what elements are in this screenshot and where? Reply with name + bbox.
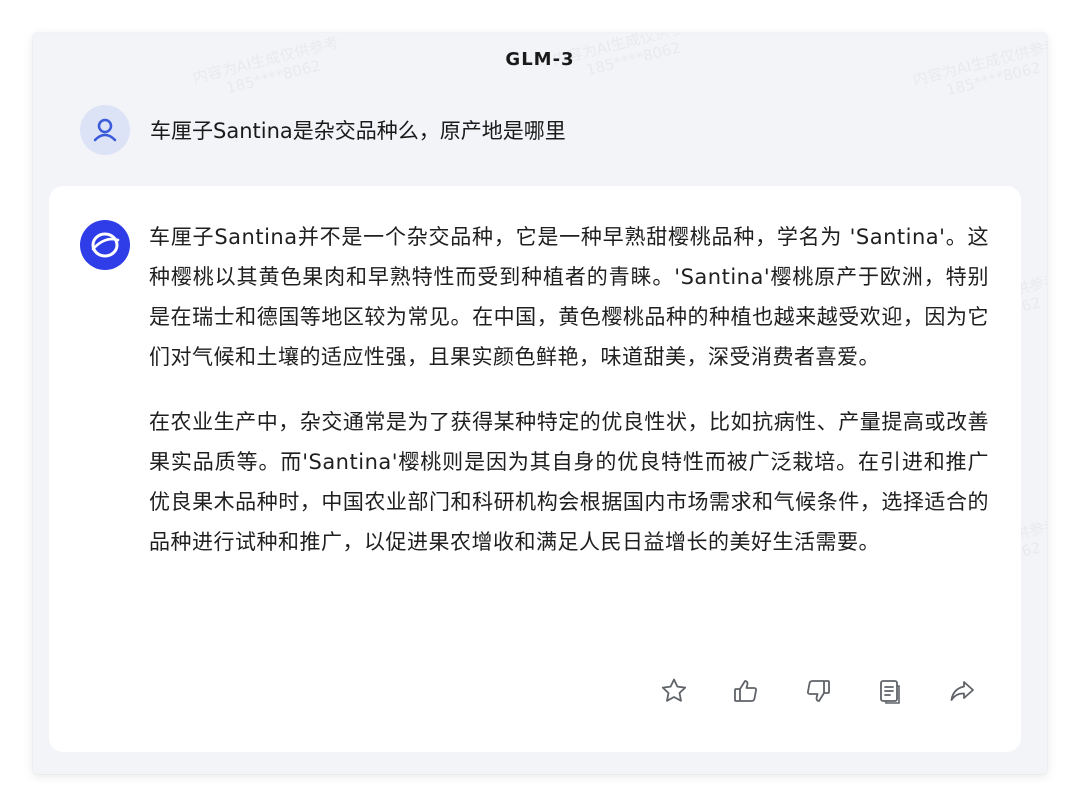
like-button[interactable] [731, 676, 761, 706]
star-icon [661, 678, 687, 702]
share-icon [950, 681, 974, 701]
copy-icon [880, 680, 900, 704]
copy-button[interactable] [875, 676, 905, 706]
user-question: 车厘子Santina是杂交品种么，原产地是哪里 [150, 119, 566, 143]
user-icon [93, 118, 117, 142]
thumbs-up-icon [734, 680, 757, 702]
watermark: 内容为AI生成仅供参考185****8062 [911, 35, 1047, 106]
assistant-avatar [80, 220, 130, 270]
answer-actions [659, 676, 977, 706]
answer-card: 车厘子Santina并不是一个杂交品种，它是一种早熟甜樱桃品种，学名为 'San… [49, 186, 1021, 752]
answer-paragraph: 车厘子Santina并不是一个杂交品种，它是一种早熟甜樱桃品种，学名为 'San… [149, 225, 989, 369]
glm-logo-icon [91, 232, 120, 258]
user-avatar [80, 105, 130, 155]
assistant-answer: 车厘子Santina并不是一个杂交品种，它是一种早熟甜樱桃品种，学名为 'San… [149, 217, 989, 562]
thumbs-down-icon [807, 680, 830, 702]
dislike-button[interactable] [803, 676, 833, 706]
user-message-row: 车厘子Santina是杂交品种么，原产地是哪里 [80, 105, 566, 155]
answer-paragraph: 在农业生产中，杂交通常是为了获得某种特定的优良性状，比如抗病性、产量提高或改善果… [149, 410, 989, 554]
favorite-button[interactable] [659, 676, 689, 706]
share-button[interactable] [947, 676, 977, 706]
chat-window: 内容为AI生成仅供参考185****8062 内容为AI生成仅供参考185***… [33, 33, 1047, 774]
model-title: GLM-3 [505, 49, 575, 70]
